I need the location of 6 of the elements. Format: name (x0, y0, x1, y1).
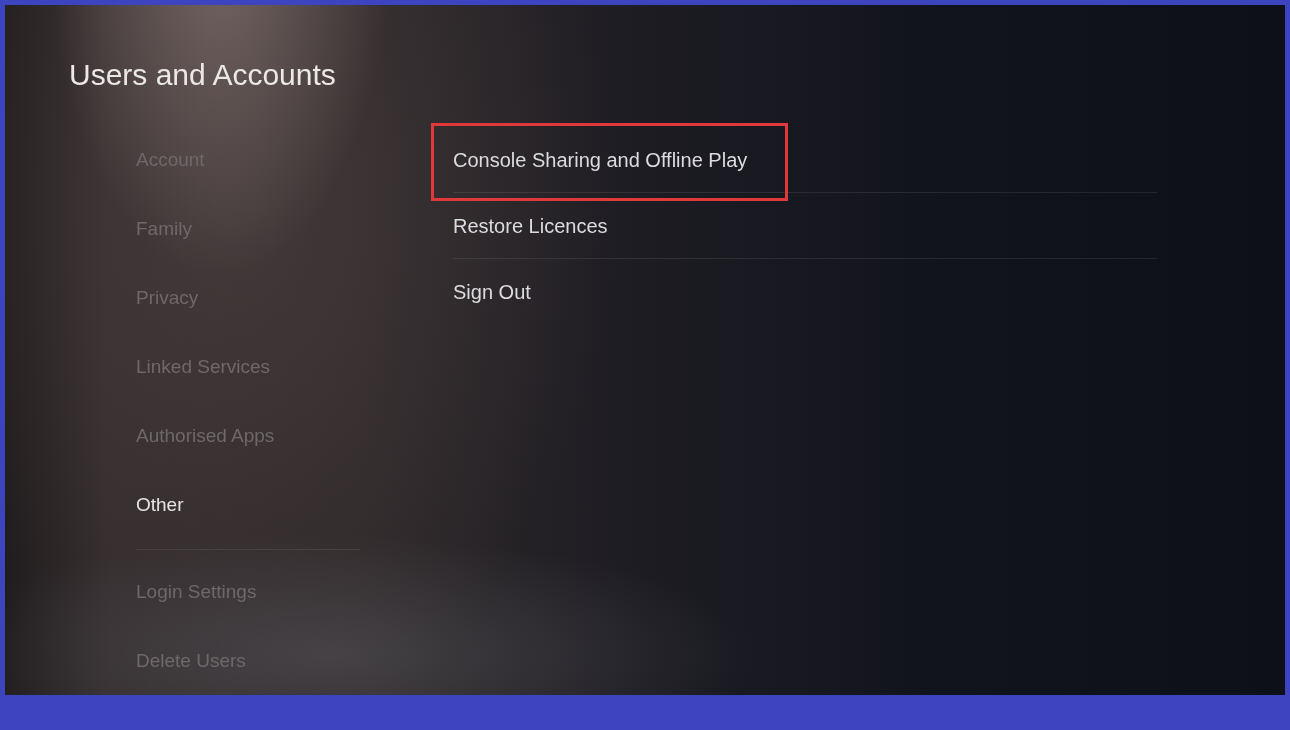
menu-option[interactable]: Console Sharing and Offline Play (453, 147, 748, 172)
page-title: Users and Accounts (69, 57, 336, 93)
menu-option[interactable]: Restore Licences (453, 213, 608, 238)
sidebar-item[interactable]: Authorised Apps (136, 422, 275, 450)
menu-option[interactable]: Sign Out (453, 279, 531, 304)
sidebar-item[interactable]: Other (136, 491, 184, 519)
